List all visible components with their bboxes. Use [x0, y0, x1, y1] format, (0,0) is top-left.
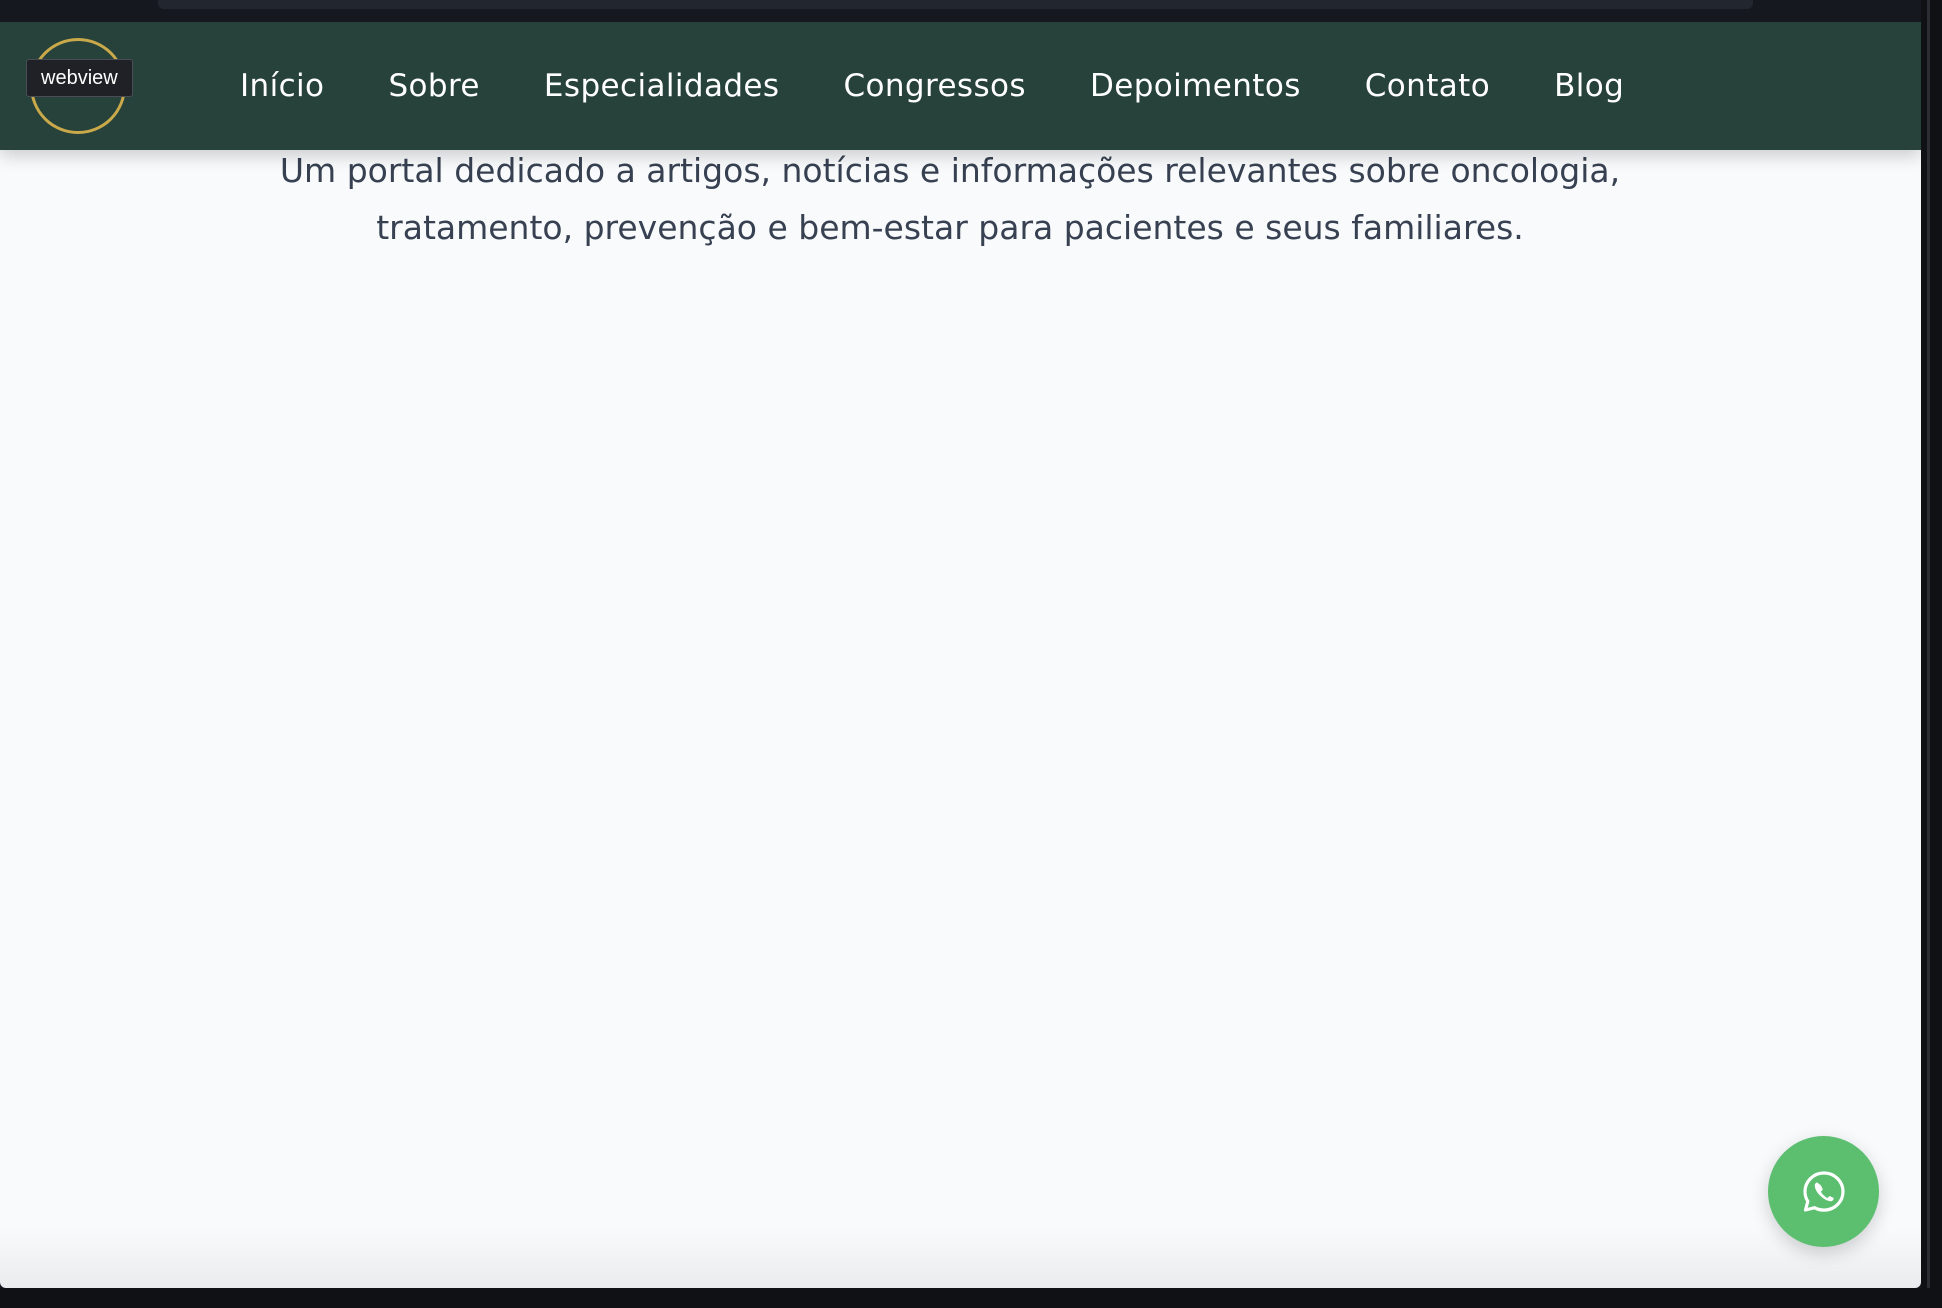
hero-description-line-1: Um portal dedicado a artigos, notícias e…	[279, 151, 1621, 190]
window-border	[1927, 0, 1930, 1308]
address-bar[interactable]	[158, 0, 1753, 9]
nav-item-sobre[interactable]: Sobre	[388, 68, 479, 104]
browser-top-strip	[0, 0, 1942, 22]
whatsapp-button[interactable]	[1768, 1136, 1879, 1247]
nav-menu: Início Sobre Especialidades Congressos D…	[240, 22, 1688, 150]
hero-description: Um portal dedicado a artigos, notícias e…	[0, 142, 1900, 256]
nav-item-blog[interactable]: Blog	[1554, 68, 1624, 104]
nav-item-depoimentos[interactable]: Depoimentos	[1090, 68, 1301, 104]
window-right-edge	[1921, 0, 1942, 1308]
hero-description-line-2: tratamento, prevenção e bem-estar para p…	[376, 208, 1524, 247]
nav-item-congressos[interactable]: Congressos	[843, 68, 1026, 104]
window-bottom-edge	[0, 1288, 1942, 1308]
nav-item-contato[interactable]: Contato	[1365, 68, 1490, 104]
nav-item-especialidades[interactable]: Especialidades	[544, 68, 780, 104]
site-navbar: webview Início Sobre Especialidades Cong…	[0, 22, 1921, 150]
web-page: webview Início Sobre Especialidades Cong…	[0, 22, 1921, 1288]
webview-badge: webview	[26, 59, 133, 97]
nav-item-inicio[interactable]: Início	[240, 68, 324, 104]
whatsapp-icon	[1802, 1170, 1845, 1212]
